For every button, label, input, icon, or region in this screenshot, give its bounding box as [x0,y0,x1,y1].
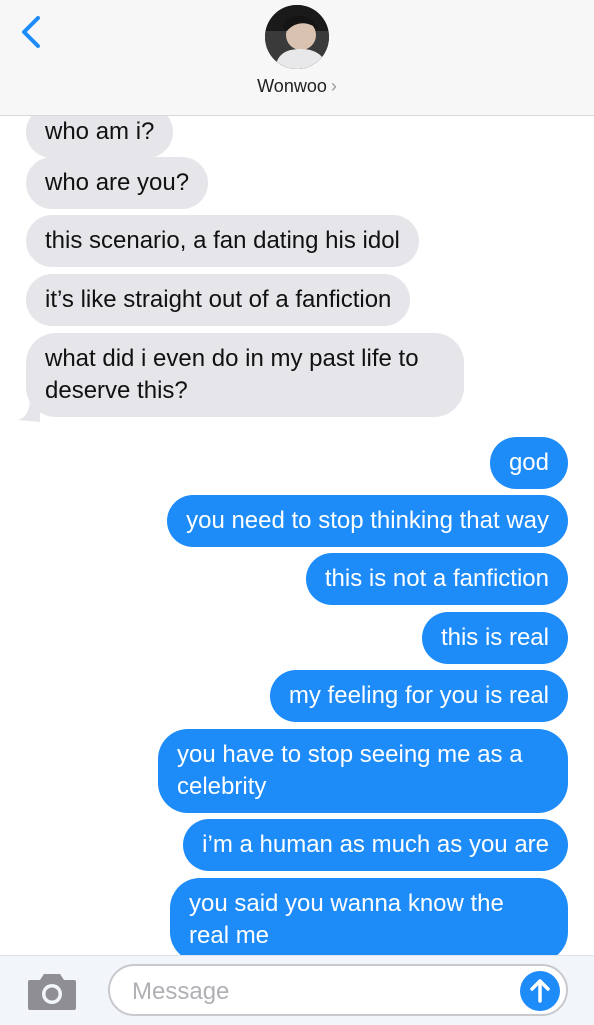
message-input[interactable] [130,976,504,1008]
outgoing-message: i’m a human as much as you are [183,819,568,871]
incoming-message: this scenario, a fan dating his idol [26,215,419,267]
incoming-message: what did i even do in my past life to de… [26,333,464,417]
conversation-header: Wonwoo › [0,0,594,116]
contact-name-button[interactable]: Wonwoo › [0,76,594,97]
outgoing-message: you need to stop thinking that way [167,495,568,547]
send-arrow-icon [530,979,550,1003]
chevron-left-icon [22,16,40,48]
incoming-message: it’s like straight out of a fanfiction [26,274,411,326]
outgoing-message: my feeling for you is real [269,670,568,722]
message-thread[interactable]: who am i? who are you? this scenario, a … [0,0,594,955]
chevron-right-icon: › [330,76,337,96]
outgoing-message: you said you wanna know the real me [170,878,568,955]
contact-avatar[interactable] [265,5,329,69]
camera-icon [28,974,76,1010]
incoming-message: who are you? [26,157,209,209]
camera-button[interactable] [26,970,78,1012]
outgoing-message: god [489,437,568,489]
message-composer [0,955,594,1025]
send-button[interactable] [520,971,560,1011]
back-button[interactable] [14,12,54,52]
outgoing-message: you have to stop seeing me as a celebrit… [158,729,568,813]
message-input-box [108,964,568,1016]
contact-name: Wonwoo [257,76,327,96]
outgoing-message: this is real [421,612,568,664]
outgoing-message: this is not a fanfiction [305,553,568,605]
avatar-photo-icon [265,5,329,69]
